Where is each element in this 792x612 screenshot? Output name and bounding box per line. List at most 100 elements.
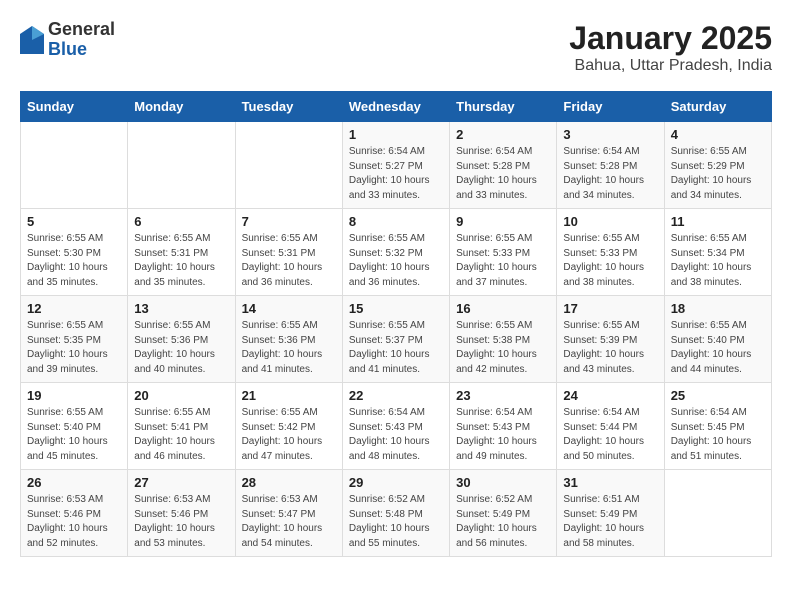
day-number: 6	[134, 214, 228, 229]
day-info: Sunrise: 6:54 AMSunset: 5:44 PMDaylight:…	[563, 406, 657, 464]
day-info: Sunrise: 6:54 AMSunset: 5:43 PMDaylight:…	[456, 406, 550, 464]
title-block: January 2025 Bahua, Uttar Pradesh, India	[569, 20, 772, 75]
day-number: 11	[671, 214, 765, 229]
logo-general: General	[48, 20, 115, 40]
day-cell	[128, 122, 235, 209]
day-info: Sunrise: 6:55 AMSunset: 5:41 PMDaylight:…	[134, 406, 228, 464]
day-number: 14	[242, 301, 336, 316]
day-cell: 11 Sunrise: 6:55 AMSunset: 5:34 PMDayligh…	[664, 209, 771, 296]
day-cell: 3 Sunrise: 6:54 AMSunset: 5:28 PMDaylight…	[557, 122, 664, 209]
day-info: Sunrise: 6:55 AMSunset: 5:35 PMDaylight:…	[27, 319, 121, 377]
day-info: Sunrise: 6:53 AMSunset: 5:46 PMDaylight:…	[27, 493, 121, 551]
calendar-title: January 2025	[569, 20, 772, 57]
day-info: Sunrise: 6:52 AMSunset: 5:48 PMDaylight:…	[349, 493, 443, 551]
logo: General Blue	[20, 20, 115, 60]
page-header: General Blue January 2025 Bahua, Uttar P…	[20, 20, 772, 75]
day-cell: 16Sunrise: 6:55 AMSunset: 5:38 PMDayligh…	[450, 296, 557, 383]
week-row-5: 26 Sunrise: 6:53 AMSunset: 5:46 PMDayligh…	[21, 470, 772, 557]
day-number: 18	[671, 301, 765, 316]
weekday-header-monday: Monday	[128, 92, 235, 122]
weekday-header-friday: Friday	[557, 92, 664, 122]
day-cell: 18 Sunrise: 6:55 AMSunset: 5:40 PMDayligh…	[664, 296, 771, 383]
day-info: Sunrise: 6:55 AMSunset: 5:31 PMDaylight:…	[242, 232, 336, 290]
day-number: 23	[456, 388, 550, 403]
day-number: 26	[27, 475, 121, 490]
day-info: Sunrise: 6:55 AMSunset: 5:33 PMDaylight:…	[563, 232, 657, 290]
day-cell: 10 Sunrise: 6:55 AMSunset: 5:33 PMDayligh…	[557, 209, 664, 296]
day-cell: 17 Sunrise: 6:55 AMSunset: 5:39 PMDayligh…	[557, 296, 664, 383]
day-cell: 24 Sunrise: 6:54 AMSunset: 5:44 PMDayligh…	[557, 383, 664, 470]
day-cell: 4Sunrise: 6:55 AMSunset: 5:29 PMDaylight…	[664, 122, 771, 209]
day-info: Sunrise: 6:54 AMSunset: 5:27 PMDaylight:…	[349, 145, 443, 203]
day-info: Sunrise: 6:55 AMSunset: 5:29 PMDaylight:…	[671, 145, 765, 203]
day-cell: 2 Sunrise: 6:54 AMSunset: 5:28 PMDaylight…	[450, 122, 557, 209]
logo-text: General Blue	[48, 20, 115, 60]
day-cell	[664, 470, 771, 557]
day-number: 13	[134, 301, 228, 316]
week-row-1: 1Sunrise: 6:54 AMSunset: 5:27 PMDaylight…	[21, 122, 772, 209]
calendar-subtitle: Bahua, Uttar Pradesh, India	[569, 57, 772, 75]
day-cell: 25 Sunrise: 6:54 AMSunset: 5:45 PMDayligh…	[664, 383, 771, 470]
weekday-header-wednesday: Wednesday	[342, 92, 449, 122]
day-cell: 15Sunrise: 6:55 AMSunset: 5:37 PMDayligh…	[342, 296, 449, 383]
day-cell: 13Sunrise: 6:55 AMSunset: 5:36 PMDayligh…	[128, 296, 235, 383]
day-number: 22	[349, 388, 443, 403]
day-cell: 12 Sunrise: 6:55 AMSunset: 5:35 PMDayligh…	[21, 296, 128, 383]
day-info: Sunrise: 6:55 AMSunset: 5:33 PMDaylight:…	[456, 232, 550, 290]
logo-icon	[20, 26, 44, 54]
day-info: Sunrise: 6:54 AMSunset: 5:43 PMDaylight:…	[349, 406, 443, 464]
day-number: 19	[27, 388, 121, 403]
day-number: 10	[563, 214, 657, 229]
day-info: Sunrise: 6:55 AMSunset: 5:32 PMDaylight:…	[349, 232, 443, 290]
day-info: Sunrise: 6:55 AMSunset: 5:39 PMDaylight:…	[563, 319, 657, 377]
day-info: Sunrise: 6:53 AMSunset: 5:47 PMDaylight:…	[242, 493, 336, 551]
day-number: 7	[242, 214, 336, 229]
week-row-3: 12 Sunrise: 6:55 AMSunset: 5:35 PMDayligh…	[21, 296, 772, 383]
day-cell: 23 Sunrise: 6:54 AMSunset: 5:43 PMDayligh…	[450, 383, 557, 470]
day-info: Sunrise: 6:54 AMSunset: 5:28 PMDaylight:…	[456, 145, 550, 203]
day-cell: 29Sunrise: 6:52 AMSunset: 5:48 PMDayligh…	[342, 470, 449, 557]
day-number: 25	[671, 388, 765, 403]
day-cell: 31 Sunrise: 6:51 AMSunset: 5:49 PMDayligh…	[557, 470, 664, 557]
day-info: Sunrise: 6:55 AMSunset: 5:31 PMDaylight:…	[134, 232, 228, 290]
day-info: Sunrise: 6:55 AMSunset: 5:34 PMDaylight:…	[671, 232, 765, 290]
day-cell: 26 Sunrise: 6:53 AMSunset: 5:46 PMDayligh…	[21, 470, 128, 557]
day-cell: 30 Sunrise: 6:52 AMSunset: 5:49 PMDayligh…	[450, 470, 557, 557]
day-number: 31	[563, 475, 657, 490]
day-number: 17	[563, 301, 657, 316]
day-info: Sunrise: 6:55 AMSunset: 5:40 PMDaylight:…	[671, 319, 765, 377]
day-number: 8	[349, 214, 443, 229]
day-cell: 19 Sunrise: 6:55 AMSunset: 5:40 PMDayligh…	[21, 383, 128, 470]
day-info: Sunrise: 6:52 AMSunset: 5:49 PMDaylight:…	[456, 493, 550, 551]
day-number: 21	[242, 388, 336, 403]
day-info: Sunrise: 6:54 AMSunset: 5:45 PMDaylight:…	[671, 406, 765, 464]
day-number: 24	[563, 388, 657, 403]
day-cell	[21, 122, 128, 209]
day-number: 30	[456, 475, 550, 490]
logo-blue: Blue	[48, 40, 115, 60]
week-row-2: 5Sunrise: 6:55 AMSunset: 5:30 PMDaylight…	[21, 209, 772, 296]
day-number: 2	[456, 127, 550, 142]
weekday-header-sunday: Sunday	[21, 92, 128, 122]
day-cell: 8 Sunrise: 6:55 AMSunset: 5:32 PMDaylight…	[342, 209, 449, 296]
day-cell: 20 Sunrise: 6:55 AMSunset: 5:41 PMDayligh…	[128, 383, 235, 470]
day-number: 27	[134, 475, 228, 490]
day-number: 5	[27, 214, 121, 229]
day-info: Sunrise: 6:55 AMSunset: 5:36 PMDaylight:…	[242, 319, 336, 377]
day-info: Sunrise: 6:54 AMSunset: 5:28 PMDaylight:…	[563, 145, 657, 203]
day-info: Sunrise: 6:53 AMSunset: 5:46 PMDaylight:…	[134, 493, 228, 551]
day-number: 16	[456, 301, 550, 316]
day-cell: 14 Sunrise: 6:55 AMSunset: 5:36 PMDayligh…	[235, 296, 342, 383]
day-info: Sunrise: 6:55 AMSunset: 5:42 PMDaylight:…	[242, 406, 336, 464]
calendar-table: SundayMondayTuesdayWednesdayThursdayFrid…	[20, 91, 772, 557]
day-number: 3	[563, 127, 657, 142]
day-number: 12	[27, 301, 121, 316]
day-cell: 22 Sunrise: 6:54 AMSunset: 5:43 PMDayligh…	[342, 383, 449, 470]
weekday-header-thursday: Thursday	[450, 92, 557, 122]
day-info: Sunrise: 6:55 AMSunset: 5:40 PMDaylight:…	[27, 406, 121, 464]
day-info: Sunrise: 6:51 AMSunset: 5:49 PMDaylight:…	[563, 493, 657, 551]
day-number: 20	[134, 388, 228, 403]
day-cell	[235, 122, 342, 209]
weekday-header-saturday: Saturday	[664, 92, 771, 122]
day-cell: 28Sunrise: 6:53 AMSunset: 5:47 PMDayligh…	[235, 470, 342, 557]
